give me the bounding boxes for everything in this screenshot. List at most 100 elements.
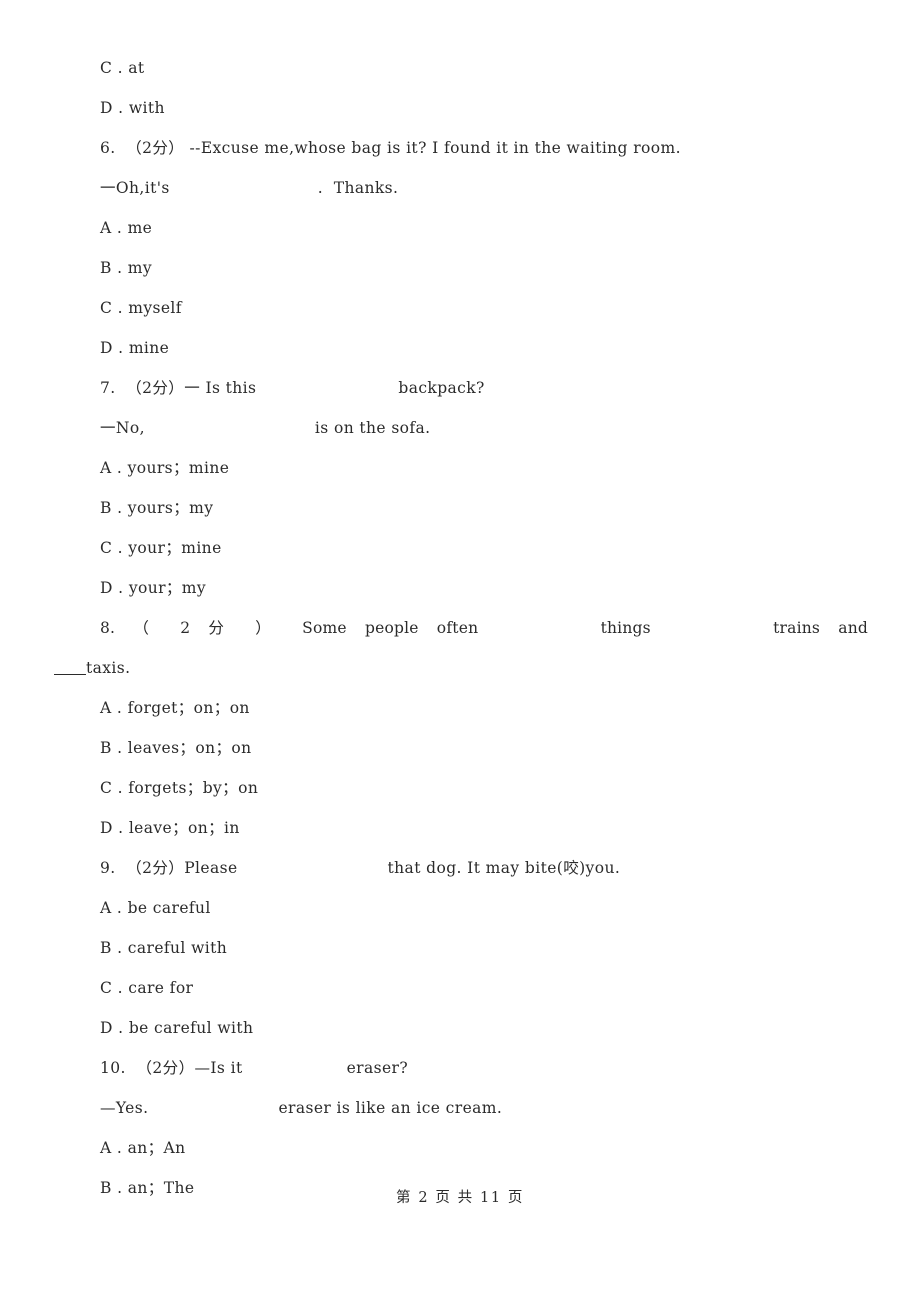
option-label: A xyxy=(100,899,112,917)
option-label: A xyxy=(100,1139,112,1157)
option-label: C xyxy=(100,299,113,317)
option-label: B xyxy=(100,499,112,517)
option-separator: . xyxy=(118,819,124,837)
option-text: yours；mine xyxy=(127,459,230,477)
question-stem-text: 一Oh,it's xyxy=(100,179,170,197)
question-number: 7. xyxy=(100,379,116,397)
question-marks: （2分） xyxy=(126,379,185,397)
question-stem: 9. （2分）Please that dog. It may bite(咬)you… xyxy=(100,848,868,888)
option-separator: . xyxy=(117,979,123,997)
option-label: D xyxy=(100,819,113,837)
option-row: C . care for xyxy=(100,968,868,1008)
question-stem-text: —Is it xyxy=(194,1059,243,1077)
option-separator: . xyxy=(117,59,123,77)
question-stem-word: things xyxy=(600,619,651,637)
option-row: C . forgets；by；on xyxy=(100,768,868,808)
option-row: D . with xyxy=(100,88,868,128)
option-label: D xyxy=(100,99,113,117)
question-marks: （2分） xyxy=(136,1059,195,1077)
question-stem: 6. （2分） --Excuse me,whose bag is it? I f… xyxy=(100,128,868,168)
option-row: C . myself xyxy=(100,288,868,328)
question-number: 9. xyxy=(100,859,116,877)
option-text: be careful xyxy=(127,899,211,917)
option-label: B xyxy=(100,739,112,757)
option-row: A . yours；mine xyxy=(100,448,868,488)
option-label: D xyxy=(100,579,113,597)
question-stem-word: Some xyxy=(302,619,347,637)
option-label: B xyxy=(100,939,112,957)
option-text: forget；on；on xyxy=(127,699,250,717)
question-stem-text: 一No, xyxy=(100,419,145,437)
option-label: C xyxy=(100,979,113,997)
option-row: B . my xyxy=(100,248,868,288)
question-stem-word: people xyxy=(364,619,419,637)
question-number: 10. xyxy=(100,1059,126,1077)
option-row: D . your；my xyxy=(100,568,868,608)
option-label: A xyxy=(100,699,112,717)
question-stem-continued: 一No, is on the sofa. xyxy=(100,408,868,448)
option-label: A xyxy=(100,219,112,237)
option-text: me xyxy=(127,219,153,237)
option-separator: . xyxy=(118,339,124,357)
option-separator: . xyxy=(117,499,123,517)
option-row: A . be careful xyxy=(100,888,868,928)
option-text: mine xyxy=(128,339,170,357)
option-row: C . your；mine xyxy=(100,528,868,568)
question-stem-word: often xyxy=(436,619,479,637)
option-text: care for xyxy=(128,979,194,997)
option-separator: . xyxy=(117,779,123,797)
question-stem-text: --Excuse me,whose bag is it? I found it … xyxy=(189,139,681,157)
option-text: your；my xyxy=(128,579,207,597)
document-page: C . at D . with 6. （2分） --Excuse me,whos… xyxy=(0,0,920,1302)
question-stem-continued: 一Oh,it's . Thanks. xyxy=(100,168,868,208)
option-row: B . yours；my xyxy=(100,488,868,528)
option-row: B . leaves；on；on xyxy=(100,728,868,768)
option-text: at xyxy=(128,59,145,77)
question-stem-text: eraser is like an ice cream. xyxy=(278,1099,503,1117)
option-label: D xyxy=(100,339,113,357)
answer-blank-underline xyxy=(54,659,86,677)
question-stem-text: backpack? xyxy=(398,379,485,397)
question-stem: 7. （2分）一 Is this backpack? xyxy=(100,368,868,408)
option-separator: . xyxy=(118,579,124,597)
question-stem-text: Please xyxy=(184,859,238,877)
question-stem-text: —Yes. xyxy=(100,1099,149,1117)
option-separator: . xyxy=(118,1019,124,1037)
question-marks: （ 2 分 ） xyxy=(133,619,285,637)
option-text: leaves；on；on xyxy=(127,739,252,757)
option-label: D xyxy=(100,1019,113,1037)
question-number: 6. xyxy=(100,139,116,157)
option-text: my xyxy=(127,259,153,277)
option-row: C . at xyxy=(100,48,868,88)
option-row: D . be careful with xyxy=(100,1008,868,1048)
option-separator: . xyxy=(116,219,123,237)
option-text: an；An xyxy=(127,1139,186,1157)
question-marks: （2分） xyxy=(126,139,185,157)
question-stem-continued: taxis. xyxy=(54,648,822,688)
option-text: leave；on；in xyxy=(128,819,240,837)
question-stem-word: trains xyxy=(773,619,821,637)
option-separator: . xyxy=(116,459,123,477)
option-row: A . me xyxy=(100,208,868,248)
option-separator: . xyxy=(116,1139,123,1157)
question-stem: 10. （2分）—Is it eraser? xyxy=(100,1048,868,1088)
question-stem-text: eraser? xyxy=(346,1059,409,1077)
option-separator: . xyxy=(117,739,123,757)
option-separator: . xyxy=(116,899,123,917)
option-row: D . mine xyxy=(100,328,868,368)
option-label: B xyxy=(100,259,112,277)
option-separator: . xyxy=(116,699,123,717)
option-text: forgets；by；on xyxy=(128,779,259,797)
option-text: your；mine xyxy=(128,539,222,557)
option-label: C xyxy=(100,539,113,557)
page-footer: 第 2 页 共 11 页 xyxy=(396,1190,524,1206)
question-marks: （2分） xyxy=(126,859,185,877)
option-text: careful with xyxy=(127,939,228,957)
option-text: myself xyxy=(128,299,182,317)
question-number: 8. xyxy=(100,619,116,637)
option-separator: . xyxy=(117,939,123,957)
option-text: be careful with xyxy=(128,1019,254,1037)
question-stem-text: that dog. It may bite(咬)you. xyxy=(387,859,621,877)
question-stem-text: . Thanks. xyxy=(317,179,399,197)
option-separator: . xyxy=(117,299,123,317)
